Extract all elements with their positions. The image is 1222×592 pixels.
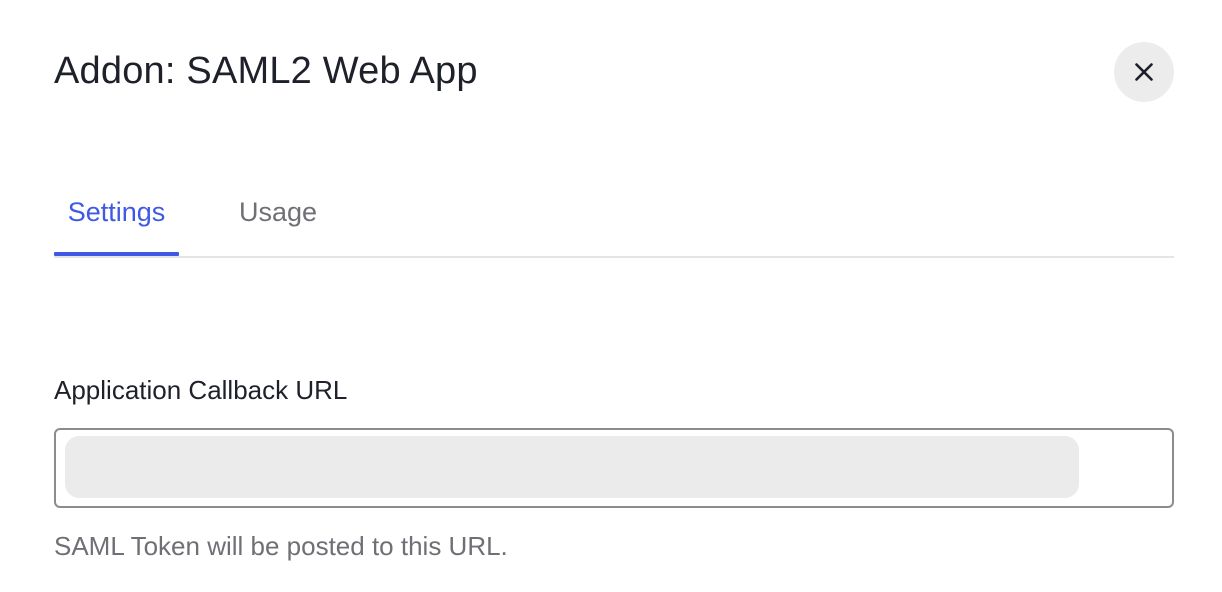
callback-url-label: Application Callback URL (54, 375, 348, 405)
tab-usage[interactable]: Usage (235, 170, 321, 254)
close-button[interactable] (1114, 42, 1174, 102)
callback-url-helper-text: SAML Token will be posted to this URL. (54, 531, 508, 561)
callback-url-input[interactable] (65, 436, 1079, 498)
addon-dialog: Addon: SAML2 Web App Settings Usage Appl… (0, 0, 1222, 592)
close-icon (1134, 62, 1154, 82)
tab-bar: Settings Usage (54, 170, 1174, 258)
dialog-title: Addon: SAML2 Web App (54, 50, 478, 92)
callback-url-field[interactable] (54, 428, 1174, 508)
tab-settings[interactable]: Settings (54, 170, 179, 256)
